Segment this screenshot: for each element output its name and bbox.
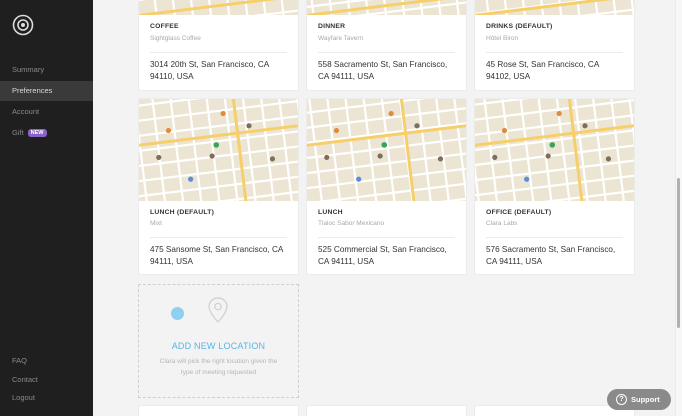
sidebar-item-account[interactable]: Account <box>0 102 93 122</box>
clara-logo-icon[interactable] <box>12 14 34 36</box>
location-card-coffee[interactable]: COFFEE Sightglass Coffee 3014 20th St, S… <box>138 0 299 91</box>
sidebar-item-label: Logout <box>12 393 35 402</box>
location-name: Sightglass Coffee <box>150 35 201 42</box>
location-name: Hôtel Biron <box>486 35 519 42</box>
location-name: Tlaloc Sabor Mexicano <box>318 220 385 227</box>
location-card-partial <box>138 405 299 416</box>
divider <box>318 52 455 53</box>
location-card-drinks[interactable]: DRINKS (DEFAULT) Hôtel Biron 45 Rose St,… <box>474 0 635 91</box>
location-card-lunch-default[interactable]: LUNCH (DEFAULT) Mixt 475 Sansome St, San… <box>138 98 299 275</box>
location-card-office[interactable]: OFFICE (DEFAULT) Clara Labs 576 Sacramen… <box>474 98 635 275</box>
location-type: OFFICE (DEFAULT) <box>486 209 552 216</box>
sidebar: Summary Preferences Account Gift NEW FAQ … <box>0 0 93 416</box>
divider <box>318 237 455 238</box>
map-thumbnail <box>139 99 298 201</box>
sidebar-item-gift[interactable]: Gift NEW <box>0 123 93 143</box>
main-content: COFFEE Sightglass Coffee 3014 20th St, S… <box>93 0 680 416</box>
location-name: Wayfare Tavern <box>318 35 364 42</box>
sidebar-item-label: Preferences <box>12 86 53 95</box>
divider <box>486 52 623 53</box>
location-name: Clara Labs <box>486 220 518 227</box>
location-address: 45 Rose St, San Francisco, CA 94102, USA <box>486 60 599 81</box>
scrollbar-thumb[interactable] <box>677 178 680 328</box>
divider <box>150 52 287 53</box>
sidebar-item-logout[interactable]: Logout <box>0 388 93 408</box>
sidebar-item-faq[interactable]: FAQ <box>0 351 93 371</box>
location-card-partial <box>306 405 467 416</box>
location-card-dinner[interactable]: DINNER Wayfare Tavern 558 Sacramento St,… <box>306 0 467 91</box>
map-thumbnail <box>307 0 466 15</box>
map-thumbnail <box>139 0 298 15</box>
location-address: 525 Commercial St, San Francisco, CA 941… <box>318 245 447 266</box>
location-card-lunch[interactable]: LUNCH Tlaloc Sabor Mexicano 525 Commerci… <box>306 98 467 275</box>
new-badge: NEW <box>27 129 47 137</box>
sidebar-item-contact[interactable]: Contact <box>0 370 93 390</box>
map-thumbnail <box>475 99 634 201</box>
map-thumbnail <box>307 99 466 201</box>
sidebar-item-preferences[interactable]: Preferences <box>0 81 93 101</box>
sidebar-item-label: Contact <box>12 375 38 384</box>
sidebar-item-label: Account <box>12 107 40 116</box>
divider <box>150 237 287 238</box>
location-address: 558 Sacramento St, San Francisco, CA 941… <box>318 60 448 81</box>
help-icon: ? <box>616 394 627 405</box>
location-type: DRINKS (DEFAULT) <box>486 23 553 30</box>
add-location-card[interactable]: ADD NEW LOCATION Clara will pick the rig… <box>138 284 299 398</box>
location-type: DINNER <box>318 23 346 30</box>
blue-dot-icon <box>171 307 184 320</box>
location-type: LUNCH (DEFAULT) <box>150 209 215 216</box>
location-address: 475 Sansome St, San Francisco, CA 94111,… <box>150 245 283 266</box>
sidebar-item-summary[interactable]: Summary <box>0 60 93 80</box>
location-type: COFFEE <box>150 23 179 30</box>
add-location-description: Clara will pick the right location given… <box>159 358 278 376</box>
map-thumbnail <box>475 0 634 15</box>
location-address: 576 Sacramento St, San Francisco, CA 941… <box>486 245 616 266</box>
support-label: Support <box>631 395 660 404</box>
sidebar-item-label: Gift <box>12 128 24 137</box>
location-type: LUNCH <box>318 209 343 216</box>
sidebar-item-label: Summary <box>12 65 45 74</box>
sidebar-item-label: FAQ <box>12 356 28 365</box>
location-address: 3014 20th St, San Francisco, CA 94110, U… <box>150 60 269 81</box>
divider <box>486 237 623 238</box>
support-button[interactable]: ? Support <box>607 389 671 410</box>
map-pin-icon <box>208 297 228 323</box>
add-new-location-link[interactable]: ADD NEW LOCATION <box>139 341 298 351</box>
location-name: Mixt <box>150 220 162 227</box>
